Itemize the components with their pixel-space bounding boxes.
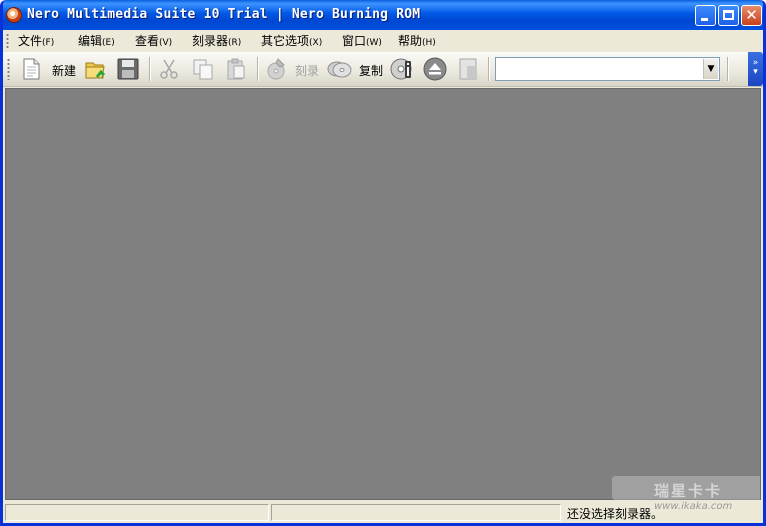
toolbar-grip-handle[interactable]	[7, 58, 10, 80]
save-icon[interactable]	[116, 57, 140, 81]
open-folder-icon[interactable]	[83, 57, 107, 81]
menu-grip-handle[interactable]	[6, 33, 9, 49]
menu-view-label: 查看	[135, 34, 160, 48]
cut-icon[interactable]	[157, 57, 181, 81]
toolbar-overflow-button[interactable]: » ▾	[748, 52, 763, 86]
overflow-chevron-icon: » ▾	[752, 58, 759, 77]
paste-icon[interactable]	[224, 57, 248, 81]
new-button-label[interactable]: 新建	[52, 62, 76, 79]
title-bar[interactable]: Nero Multimedia Suite 10 Trial | Nero Bu…	[3, 0, 763, 30]
status-panel-left	[5, 504, 269, 521]
menu-extras-accel: (X)	[309, 38, 323, 48]
eject-icon[interactable]	[423, 57, 447, 81]
minimize-button[interactable]	[695, 5, 716, 26]
new-doc-icon[interactable]	[19, 57, 43, 81]
disc-copy-icon[interactable]	[327, 57, 353, 81]
menu-view-accel: (V)	[159, 38, 173, 48]
menu-help-label: 帮助	[398, 34, 423, 48]
close-icon: ✕	[745, 6, 758, 24]
menu-edit-accel: (E)	[102, 38, 115, 48]
menu-extras[interactable]: 其它选项(X)	[261, 33, 322, 50]
copy-button-label[interactable]: 复制	[359, 62, 383, 79]
burn-button-label[interactable]: 刻录	[295, 62, 319, 79]
app-window: Nero Multimedia Suite 10 Trial | Nero Bu…	[0, 0, 766, 526]
window-title: Nero Multimedia Suite 10 Trial | Nero Bu…	[27, 7, 421, 22]
menu-file[interactable]: 文件(F)	[18, 33, 54, 50]
watermark-logo: 瑞星卡卡	[654, 482, 723, 500]
menu-help[interactable]: 帮助(H)	[398, 33, 436, 50]
main-toolbar: 新建 刻录 复制 ▼ » ▾	[3, 52, 763, 87]
menu-help-accel: (H)	[422, 38, 436, 48]
status-text: 还没选择刻录器。	[567, 507, 664, 521]
menu-recorder[interactable]: 刻录器(R)	[192, 33, 241, 50]
menu-edit-label: 编辑	[78, 34, 103, 48]
menu-window-accel: (W)	[366, 38, 382, 48]
toolbar-separator	[257, 57, 259, 81]
minimize-icon	[701, 18, 708, 21]
chevron-down-icon[interactable]: ▼	[703, 59, 718, 79]
menu-window-label: 窗口	[342, 34, 367, 48]
menu-bar: 文件(F) 编辑(E) 查看(V) 刻录器(R) 其它选项(X) 窗口(W) 帮…	[3, 30, 763, 52]
copy-icon[interactable]	[191, 57, 215, 81]
menu-extras-label: 其它选项	[261, 34, 310, 48]
menu-window[interactable]: 窗口(W)	[342, 33, 382, 50]
maximize-button[interactable]	[718, 5, 739, 26]
status-panel-middle	[271, 504, 561, 521]
nero-app-icon[interactable]	[6, 7, 22, 23]
maximize-icon	[723, 10, 734, 20]
recorder-select[interactable]: ▼	[495, 57, 720, 81]
mdi-workspace[interactable]	[5, 88, 761, 500]
toolbar-separator	[149, 57, 151, 81]
menu-edit[interactable]: 编辑(E)	[78, 33, 115, 50]
burn-icon[interactable]	[264, 57, 288, 81]
menu-file-accel: (F)	[42, 38, 55, 48]
menu-recorder-label: 刻录器	[192, 34, 229, 48]
toolbar-separator	[488, 57, 490, 81]
close-button[interactable]: ✕	[741, 5, 762, 26]
menu-recorder-accel: (R)	[228, 38, 242, 48]
watermark-url: www.ikaka.com	[654, 501, 733, 512]
doc-gray-icon[interactable]	[456, 57, 480, 81]
status-bar: 还没选择刻录器。	[3, 501, 763, 523]
toolbar-separator	[727, 57, 729, 81]
menu-view[interactable]: 查看(V)	[135, 33, 172, 50]
menu-file-label: 文件	[18, 34, 43, 48]
disc-info-icon[interactable]	[390, 57, 414, 81]
